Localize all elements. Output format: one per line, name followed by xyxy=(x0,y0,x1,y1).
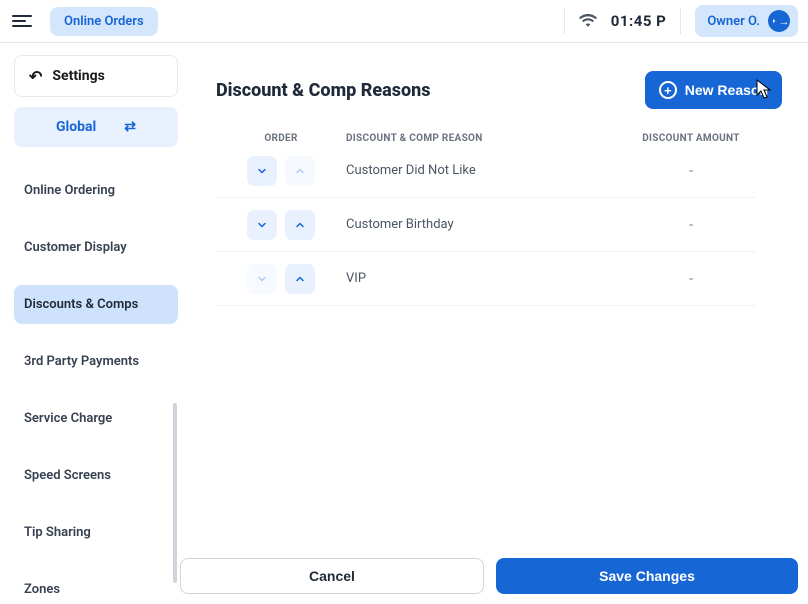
footer-actions: Cancel Save Changes xyxy=(180,558,798,594)
back-arrow-icon: ↶ xyxy=(29,67,42,86)
move-down-button[interactable] xyxy=(247,156,277,186)
top-bar: Online Orders 01:45 P Owner O. → xyxy=(0,0,808,43)
new-reason-button[interactable]: + New Reason xyxy=(645,71,782,109)
col-amount: DISCOUNT AMOUNT xyxy=(626,133,756,144)
reason-cell[interactable]: VIP xyxy=(346,271,626,286)
move-up-button xyxy=(285,156,315,186)
back-settings[interactable]: ↶ Settings xyxy=(14,55,178,97)
col-order: ORDER xyxy=(216,133,346,144)
amount-cell: - xyxy=(626,271,756,287)
sidebar-item[interactable]: Speed Screens xyxy=(14,456,178,495)
scope-label: Global xyxy=(56,119,96,135)
new-reason-label: New Reason xyxy=(685,82,768,98)
nav-online-orders[interactable]: Online Orders xyxy=(50,7,158,36)
scope-selector[interactable]: Global ⇄ xyxy=(14,107,178,147)
move-down-button[interactable] xyxy=(247,210,277,240)
reason-cell[interactable]: Customer Did Not Like xyxy=(346,163,626,178)
sidebar-scrollbar[interactable] xyxy=(173,403,177,583)
col-reason: DISCOUNT & COMP REASON xyxy=(346,133,626,144)
amount-cell: - xyxy=(626,217,756,233)
owner-menu[interactable]: Owner O. → xyxy=(695,5,798,37)
wifi-icon xyxy=(579,12,597,31)
amount-cell: - xyxy=(626,163,756,179)
menu-icon[interactable] xyxy=(12,9,36,33)
sidebar-item[interactable]: 3rd Party Payments xyxy=(14,342,178,381)
reasons-table: ORDER DISCOUNT & COMP REASON DISCOUNT AM… xyxy=(216,133,756,306)
page-title: Discount & Comp Reasons xyxy=(216,80,430,101)
sidebar: ↶ Settings Global ⇄ Online Ordering Custo… xyxy=(0,43,180,604)
save-button[interactable]: Save Changes xyxy=(496,558,798,594)
sidebar-item[interactable]: Zones xyxy=(14,570,178,604)
sidebar-item[interactable]: Online Ordering xyxy=(14,171,178,210)
table-row: Customer Birthday- xyxy=(216,198,756,252)
owner-avatar-icon: → xyxy=(768,10,790,32)
reason-cell[interactable]: Customer Birthday xyxy=(346,217,626,232)
sidebar-item[interactable]: Customer Display xyxy=(14,228,178,267)
table-row: Customer Did Not Like- xyxy=(216,144,756,198)
move-up-button[interactable] xyxy=(285,210,315,240)
divider xyxy=(680,8,681,34)
clock: 01:45 P xyxy=(611,12,667,30)
sidebar-item[interactable]: Discounts & Comps xyxy=(14,285,178,324)
move-down-button xyxy=(247,264,277,294)
cancel-button[interactable]: Cancel xyxy=(180,558,484,594)
main-content: Discount & Comp Reasons + New Reason ORD… xyxy=(180,43,808,604)
move-up-button[interactable] xyxy=(285,264,315,294)
settings-title: Settings xyxy=(52,68,104,84)
owner-label: Owner O. xyxy=(707,14,760,29)
divider xyxy=(564,8,565,34)
sidebar-item[interactable]: Tip Sharing xyxy=(14,513,178,552)
sidebar-item[interactable]: Service Charge xyxy=(14,399,178,438)
table-row: VIP- xyxy=(216,252,756,306)
shuffle-icon: ⇄ xyxy=(124,119,136,135)
plus-circle-icon: + xyxy=(659,81,677,99)
